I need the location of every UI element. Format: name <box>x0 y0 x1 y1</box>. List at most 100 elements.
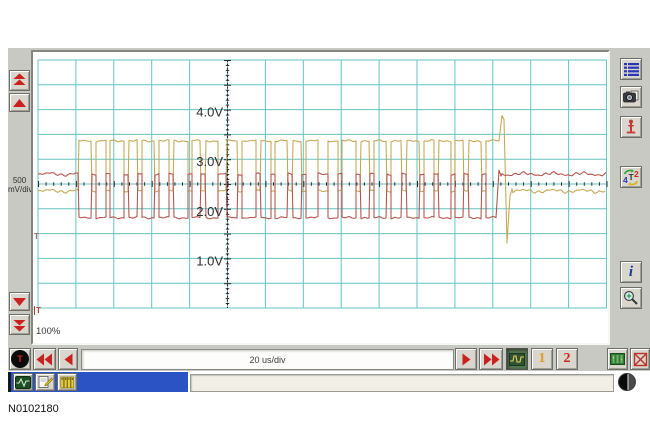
axis-tick <box>500 182 501 185</box>
axis-tick <box>591 182 592 185</box>
axis-tick <box>224 159 231 160</box>
axis-tick <box>61 182 62 185</box>
zoom-percent-label: 100% <box>36 326 60 337</box>
snapshot-button[interactable] <box>620 86 642 108</box>
axis-tick <box>226 268 229 269</box>
scope-view-button[interactable] <box>13 373 33 391</box>
channel-setup-icon: 4 T 2 <box>622 169 640 186</box>
close-display-button[interactable] <box>630 348 650 370</box>
double-up-arrow-icon <box>12 73 27 88</box>
axis-tick <box>224 134 231 135</box>
axis-tick <box>224 209 231 210</box>
up-arrow-icon <box>12 98 27 108</box>
forward-fast-button[interactable] <box>479 348 503 370</box>
svg-text:2: 2 <box>634 169 639 179</box>
voltage-label: 2.0V <box>196 204 223 219</box>
vertical-cursor-icon <box>624 119 638 135</box>
axis-tick <box>243 182 244 185</box>
scroll-up-fast-button[interactable] <box>9 70 30 91</box>
axis-tick <box>53 182 54 185</box>
axis-tick <box>326 182 327 185</box>
axis-tick <box>334 182 335 185</box>
crossed-box-icon <box>633 352 648 367</box>
axis-tick <box>226 249 229 250</box>
trace-red <box>38 170 606 219</box>
rewind-fast-button[interactable] <box>33 348 56 370</box>
axis-tick <box>553 182 554 185</box>
axis-tick <box>226 125 229 126</box>
trigger-mode-button[interactable]: T <box>9 348 31 370</box>
channel-1-button[interactable]: 1 <box>531 348 553 370</box>
axis-tick <box>569 181 570 187</box>
axis-tick <box>224 258 231 259</box>
axis-tick <box>46 182 47 185</box>
axis-tick <box>84 182 85 185</box>
double-down-arrow-icon <box>12 317 27 332</box>
axis-tick <box>212 182 213 185</box>
down-arrow-icon <box>12 297 27 307</box>
axis-tick <box>226 224 229 225</box>
trigger-circle-icon: T <box>11 350 29 368</box>
cursor-button[interactable] <box>620 116 642 138</box>
scroll-down-fast-button[interactable] <box>9 314 30 335</box>
axis-tick <box>226 303 229 304</box>
axis-tick <box>311 182 312 185</box>
menu-list-button[interactable] <box>620 58 642 80</box>
axis-tick <box>226 80 229 81</box>
step-forward-button[interactable] <box>455 348 477 370</box>
axis-tick <box>224 234 231 235</box>
vertical-scale-label: 500 mV/div <box>8 176 31 194</box>
axis-tick <box>226 100 229 101</box>
step-back-button[interactable] <box>58 348 78 370</box>
axis-tick <box>224 60 231 61</box>
scroll-up-button[interactable] <box>9 93 30 112</box>
channel-1-label: 1 <box>539 352 546 366</box>
axis-tick <box>220 182 221 185</box>
axis-tick <box>226 65 229 66</box>
contrast-icon[interactable] <box>618 373 636 391</box>
axis-tick <box>226 115 229 116</box>
axis-tick <box>152 181 153 187</box>
display-grid-button[interactable] <box>607 348 628 370</box>
channel-2-button[interactable]: 2 <box>556 348 578 370</box>
axis-tick <box>576 182 577 185</box>
right-arrow-icon <box>462 353 471 366</box>
axis-tick <box>182 182 183 185</box>
trigger-time-marker[interactable]: T <box>34 306 41 315</box>
axis-tick <box>197 182 198 185</box>
axis-tick <box>432 182 433 185</box>
zoom-in-button[interactable] <box>620 287 642 309</box>
axis-tick <box>425 182 426 185</box>
axis-tick <box>226 263 229 264</box>
axis-tick <box>417 181 418 187</box>
axis-tick <box>99 182 100 185</box>
axis-tick <box>167 182 168 185</box>
notes-button[interactable] <box>35 373 55 391</box>
axis-tick <box>38 181 39 187</box>
axis-tick <box>226 244 229 245</box>
scope-screen: 500 mV/div 4.0V3.0V2.0V1.0V T T 100% <box>0 0 650 426</box>
axis-tick <box>531 181 532 187</box>
channel-setup-button[interactable]: 4 T 2 <box>620 166 642 188</box>
axis-tick <box>224 283 231 284</box>
axis-tick <box>226 273 229 274</box>
svg-text:4: 4 <box>623 175 628 185</box>
axis-tick <box>129 182 130 185</box>
axis-tick <box>226 214 229 215</box>
voltage-label: 1.0V <box>196 253 223 268</box>
scope-screen-icon <box>15 376 31 389</box>
axis-tick <box>470 182 471 185</box>
axis-tick <box>372 182 373 185</box>
axis-tick <box>296 182 297 185</box>
info-button[interactable]: i <box>620 261 642 283</box>
axis-tick <box>447 182 448 185</box>
axis-tick <box>226 219 229 220</box>
live-display-toggle[interactable] <box>506 348 528 370</box>
list-icon <box>624 62 639 76</box>
axis-tick <box>319 182 320 185</box>
trigger-level-marker[interactable]: T <box>34 232 39 241</box>
axis-tick <box>226 95 229 96</box>
scroll-down-button[interactable] <box>9 292 30 311</box>
archive-button[interactable] <box>57 373 77 391</box>
axis-tick <box>258 182 259 185</box>
